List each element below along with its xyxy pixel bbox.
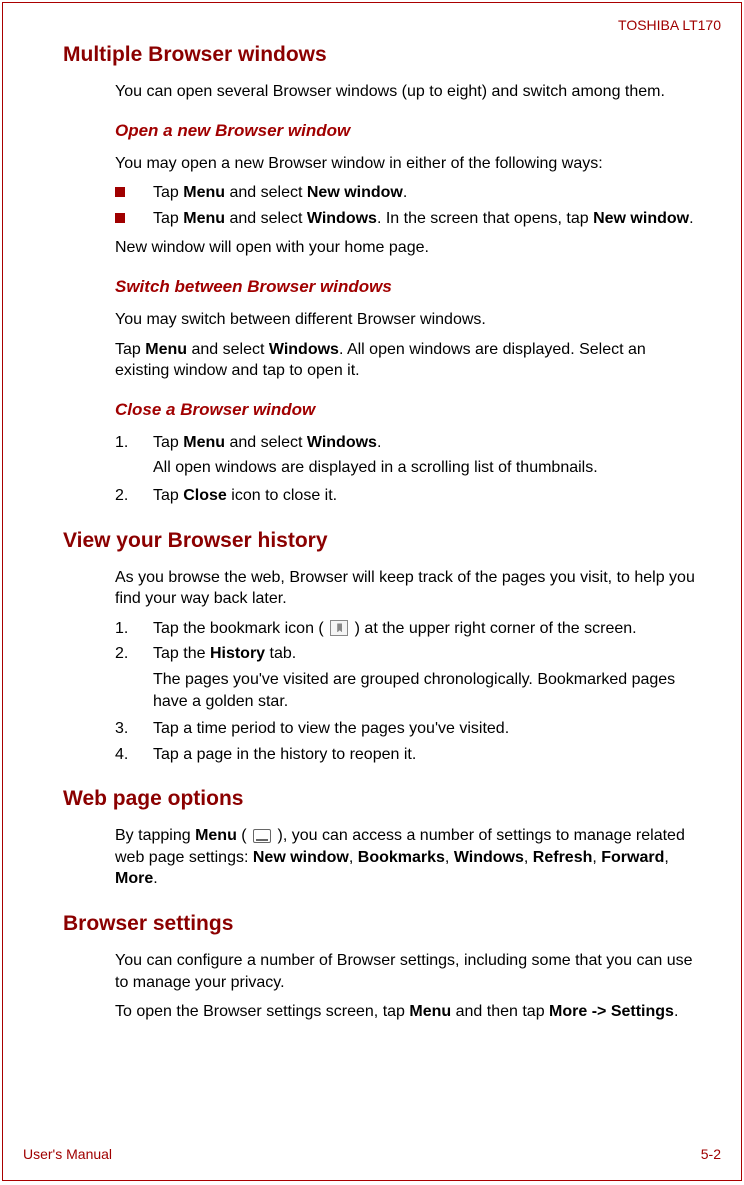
list-item-text: Tap Menu and select Windows. In the scre… [153,208,703,230]
list-item-text: Tap Close icon to close it. [153,485,703,507]
list-number: 1. [115,618,153,640]
list-item: 1. Tap Menu and select Windows. [115,432,703,454]
list-item: 4. Tap a page in the history to reopen i… [115,744,703,766]
paragraph: To open the Browser settings screen, tap… [115,1001,703,1023]
paragraph: You may open a new Browser window in eit… [115,153,703,175]
list-item: 1. Tap the bookmark icon ( ) at the uppe… [115,618,703,640]
list-item: 2. Tap the History tab. [115,643,703,665]
list-number: 3. [115,718,153,740]
heading-view-browser-history: View your Browser history [63,529,721,553]
heading-web-page-options: Web page options [63,787,721,811]
heading-browser-settings: Browser settings [63,912,721,936]
paragraph: As you browse the web, Browser will keep… [115,567,703,610]
list-item: 2. Tap Close icon to close it. [115,485,703,507]
paragraph: You may switch between different Browser… [115,309,703,331]
list-item-text: Tap a time period to view the pages you'… [153,718,703,740]
paragraph: You can configure a number of Browser se… [115,950,703,993]
bullet-icon [115,213,125,223]
footer-left: User's Manual [23,1146,112,1162]
bookmark-icon [330,620,348,636]
list-subtext: All open windows are displayed in a scro… [153,457,703,479]
subheading-open-new-window: Open a new Browser window [115,121,721,141]
page-footer: User's Manual 5-2 [23,1146,721,1162]
list-item: Tap Menu and select Windows. In the scre… [115,208,703,230]
list-subtext: The pages you've visited are grouped chr… [153,669,703,712]
subheading-close-window: Close a Browser window [115,400,721,420]
header-model: TOSHIBA LT170 [23,17,721,33]
list-number: 2. [115,643,153,665]
list-item-text: Tap a page in the history to reopen it. [153,744,703,766]
paragraph: New window will open with your home page… [115,237,703,259]
list-item-text: Tap the History tab. [153,643,703,665]
bullet-icon [115,187,125,197]
list-item: Tap Menu and select New window. [115,182,703,204]
page-container: TOSHIBA LT170 Multiple Browser windows Y… [2,2,742,1181]
paragraph: You can open several Browser windows (up… [115,81,703,103]
list-item-text: Tap the bookmark icon ( ) at the upper r… [153,618,703,640]
paragraph: Tap Menu and select Windows. All open wi… [115,339,703,382]
list-item-text: Tap Menu and select Windows. [153,432,703,454]
menu-icon [253,829,271,843]
list-number: 4. [115,744,153,766]
paragraph: By tapping Menu ( ), you can access a nu… [115,825,703,890]
list-item: 3. Tap a time period to view the pages y… [115,718,703,740]
list-number: 1. [115,432,153,454]
subheading-switch-windows: Switch between Browser windows [115,277,721,297]
list-item-text: Tap Menu and select New window. [153,182,703,204]
heading-multiple-browser-windows: Multiple Browser windows [63,43,721,67]
list-number: 2. [115,485,153,507]
footer-right: 5-2 [701,1146,721,1162]
